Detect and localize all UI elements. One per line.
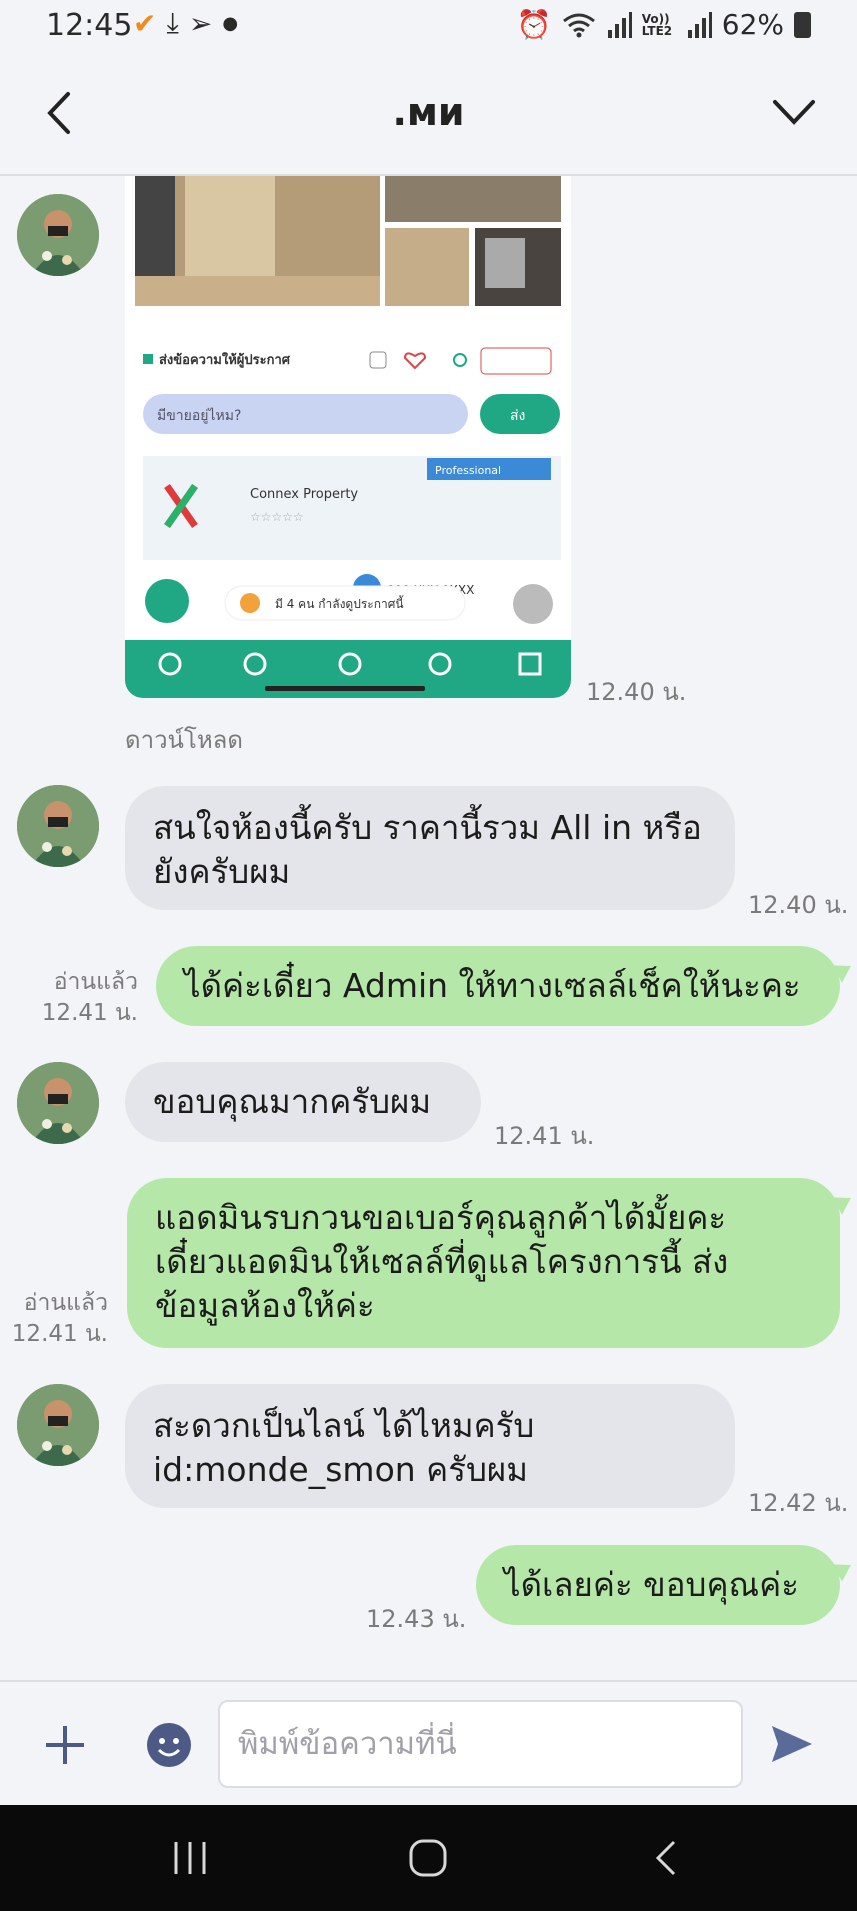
preview-badge: Professional — [435, 464, 501, 477]
outgoing-message[interactable]: ได้เลยค่ะ ขอบคุณค่ะ — [476, 1545, 840, 1625]
home-icon[interactable] — [408, 1838, 448, 1878]
incoming-message[interactable]: ขอบคุณมากครับผม — [125, 1062, 481, 1142]
message-line: เดี๋ยวแอดมินให้เซลล์ที่ดูแลโครงการนี้ ส่… — [155, 1242, 729, 1281]
message-input-bar — [0, 1680, 857, 1805]
chat-screen: 12:45 ✔ ⤓ ➢ ● ⏰ Vo)) LTE2 62% .ми ส่งข้อ… — [0, 0, 857, 1911]
preview-company: Connex Property — [250, 487, 358, 502]
chevron-down-icon[interactable] — [771, 92, 817, 132]
message-line: ยังครับผม — [153, 852, 291, 891]
message-line: สะดวกเป็นไลน์ ได้ไหมครับ — [153, 1406, 535, 1445]
chat-header: .ми — [0, 52, 857, 176]
message-line: แอดมินรบกวนขอเบอร์คุณลูกค้าได้มั้ยคะ — [155, 1198, 727, 1237]
message-input[interactable] — [220, 1702, 741, 1786]
message-time: 12.41 น. — [494, 1122, 595, 1150]
system-icons: ⏰ Vo)) LTE2 62% — [517, 8, 811, 41]
status-time: 12:45 — [46, 8, 133, 43]
download-link[interactable]: ดาวน์โหลด — [125, 720, 243, 759]
battery-percent: 62% — [721, 8, 784, 41]
sender-avatar[interactable] — [17, 785, 99, 867]
read-status: อ่านแล้ว — [53, 969, 138, 995]
preview-contact-label: ส่งข้อความให้ผู้ประกาศ — [159, 351, 291, 368]
volte-label: Vo)) LTE2 — [641, 11, 673, 38]
outgoing-message[interactable]: แอดมินรบกวนขอเบอร์คุณลูกค้าได้มั้ยคะ เดี… — [127, 1178, 840, 1348]
back-nav-icon[interactable] — [652, 1838, 682, 1878]
send-notification-icon: ➢ — [188, 6, 213, 40]
send-icon[interactable] — [768, 1720, 816, 1768]
message-time: 12.40 น. — [748, 891, 849, 919]
notification-icons: ✔ ⤓ ➢ ● — [133, 6, 238, 40]
app-notification-icon: ✔ — [133, 6, 157, 40]
recent-apps-icon[interactable] — [170, 1838, 210, 1878]
incoming-message[interactable]: สะดวกเป็นไลน์ ได้ไหมครับ id:monde_smon ค… — [125, 1384, 735, 1508]
wifi-icon — [562, 13, 595, 37]
download-icon: ⤓ — [166, 6, 179, 39]
alarm-icon: ⏰ — [516, 8, 552, 41]
plus-icon[interactable] — [44, 1724, 86, 1766]
outgoing-message[interactable]: ได้ค่ะเดี๋ยว Admin ให้ทางเซลล์เช็คให้นะค… — [156, 946, 840, 1026]
read-status: อ่านแล้ว — [23, 1290, 108, 1316]
shared-image[interactable]: ส่งข้อความให้ผู้ประกาศ มีขายอยู่ไหม? ส่ง… — [125, 176, 571, 698]
dot-icon: ● — [222, 12, 239, 34]
preview-question: มีขายอยู่ไหม? — [157, 407, 241, 424]
chat-title: .ми — [392, 90, 465, 134]
message-time: 12.40 น. — [586, 678, 687, 706]
signal-icon-2 — [687, 11, 712, 38]
message-line: ได้ค่ะเดี๋ยว Admin ให้ทางเซลล์เช็คให้นะค… — [184, 966, 801, 1005]
sender-avatar[interactable] — [17, 194, 99, 276]
read-receipt: อ่านแล้ว 12.41 น. — [2, 1288, 108, 1350]
battery-icon — [794, 11, 811, 38]
message-line: ขอบคุณมากครับผม — [153, 1082, 432, 1121]
message-time: 12.41 น. — [41, 1000, 138, 1026]
svg-text:☆☆☆☆☆: ☆☆☆☆☆ — [250, 510, 304, 524]
signal-icon — [607, 11, 632, 38]
message-input-box[interactable] — [218, 1700, 743, 1788]
preview-send: ส่ง — [510, 408, 525, 424]
system-nav-bar — [0, 1805, 857, 1911]
message-time: 12.41 น. — [11, 1321, 108, 1347]
message-line: สนใจห้องนี้ครับ ราคานี้รวม All in หรือ — [153, 808, 702, 847]
sender-avatar[interactable] — [17, 1384, 99, 1466]
message-line: id:monde_smon ครับผม — [153, 1450, 529, 1489]
sender-avatar[interactable] — [17, 1062, 99, 1144]
read-receipt: อ่านแล้ว 12.41 น. — [30, 967, 138, 1029]
message-time: 12.42 น. — [748, 1489, 849, 1517]
incoming-message[interactable]: สนใจห้องนี้ครับ ราคานี้รวม All in หรือ ย… — [125, 786, 735, 910]
preview-viewers: มี 4 คน กำลังดูประกาศนี้ — [275, 595, 404, 612]
message-time: 12.43 น. — [366, 1605, 467, 1633]
emoji-icon[interactable] — [146, 1722, 192, 1768]
message-line: ได้เลยค่ะ ขอบคุณค่ะ — [504, 1565, 799, 1604]
status-bar: 12:45 ✔ ⤓ ➢ ● ⏰ Vo)) LTE2 62% — [0, 0, 857, 52]
message-line: ข้อมูลห้องให้ค่ะ — [155, 1286, 375, 1325]
